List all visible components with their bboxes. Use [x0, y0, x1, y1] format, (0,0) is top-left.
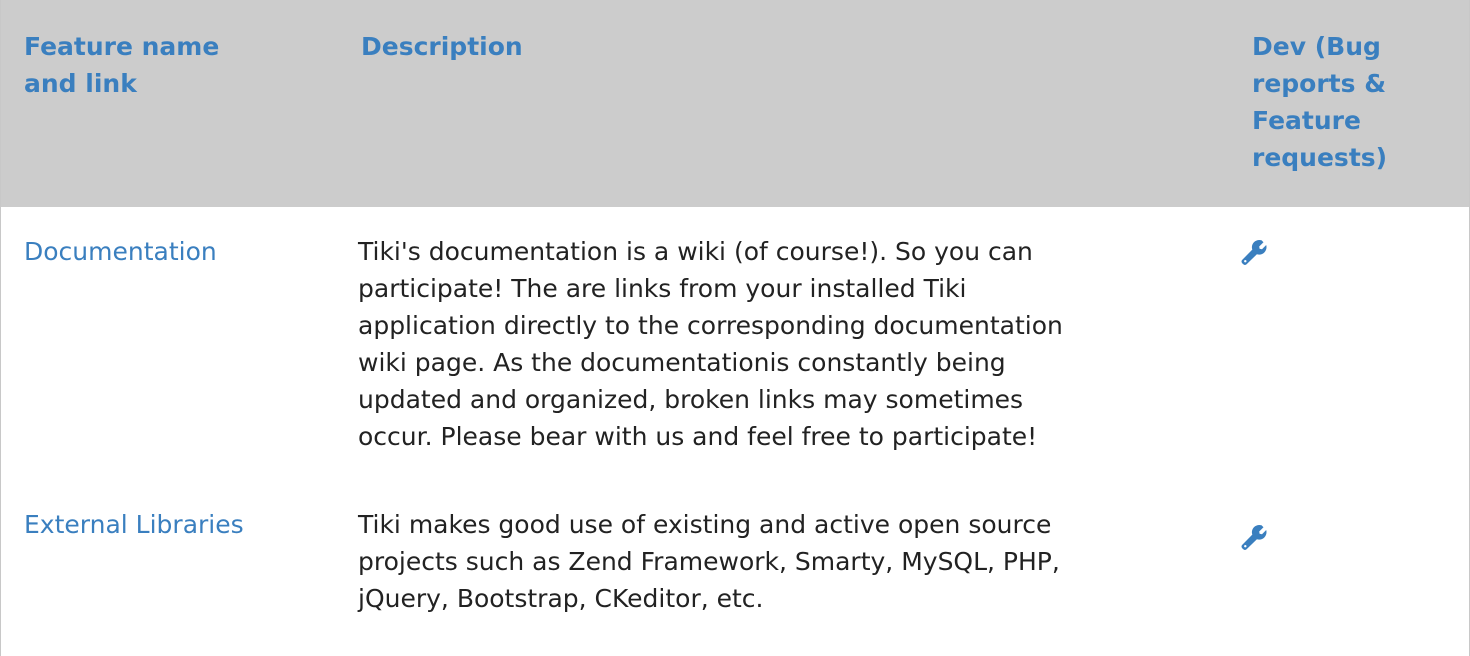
wrench-icon[interactable]	[1241, 239, 1267, 265]
header-feature-name[interactable]: Feature name and link	[24, 28, 324, 102]
feature-description: Tiki's documentation is a wiki (of cours…	[358, 237, 1063, 451]
features-table: Feature name and link Description Dev (Bu…	[0, 0, 1470, 656]
header-description[interactable]: Description	[361, 28, 1161, 65]
wrench-icon[interactable]	[1241, 524, 1267, 550]
feature-link-documentation[interactable]: Documentation	[24, 233, 217, 270]
header-dev[interactable]: Dev (Bug reports & Feature requests)	[1252, 28, 1467, 176]
feature-description: Tiki makes good use of existing and acti…	[358, 510, 1060, 613]
table-row: Documentation Tiki's documentation is a …	[1, 207, 1469, 490]
feature-link-external-libraries[interactable]: External Libraries	[24, 506, 244, 543]
table-row: External Libraries Tiki makes good use o…	[1, 490, 1469, 656]
table-header: Feature name and link Description Dev (Bu…	[1, 0, 1469, 207]
